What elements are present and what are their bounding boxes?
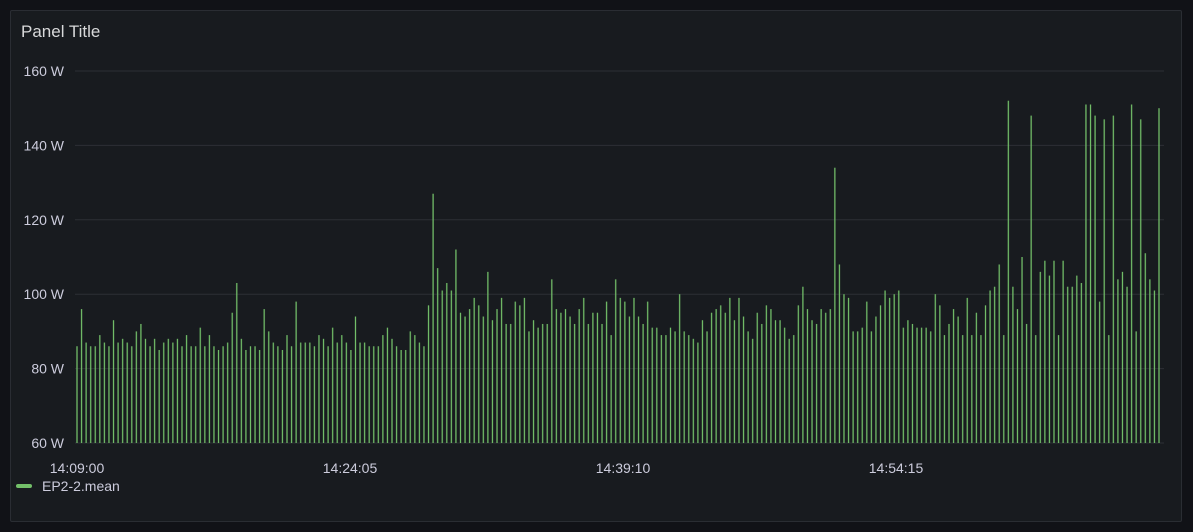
power-bar-chart: 60 W80 W100 W120 W140 W160 W 14:09:00 14:… [24, 63, 1164, 476]
y-tick-label: 140 W [24, 137, 65, 153]
y-tick-label: 120 W [24, 212, 65, 228]
x-tick-label: 14:09:00 [50, 460, 105, 476]
x-tick-label: 14:54:15 [869, 460, 924, 476]
y-tick-label: 160 W [24, 63, 65, 79]
y-tick-label: 80 W [31, 361, 64, 377]
x-axis-ticks: 14:09:00 14:24:05 14:39:10 14:54:15 [50, 460, 924, 476]
legend-swatch [16, 484, 32, 488]
series-bars [76, 100, 1160, 444]
x-tick-label: 14:39:10 [596, 460, 651, 476]
legend[interactable]: EP2-2.mean [16, 478, 120, 494]
y-tick-label: 100 W [24, 286, 65, 302]
x-tick-label: 14:24:05 [323, 460, 378, 476]
y-axis-ticks: 60 W 80 W 100 W 120 W 140 W 160 W [24, 63, 65, 451]
y-tick-label: 60 W [31, 435, 64, 451]
legend-label[interactable]: EP2-2.mean [42, 478, 120, 494]
